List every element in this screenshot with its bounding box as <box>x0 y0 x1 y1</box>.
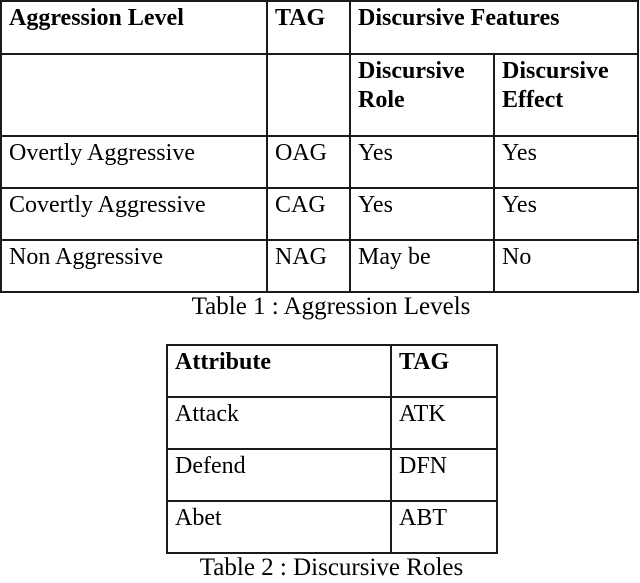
cell-attribute: Abet <box>166 500 392 554</box>
table1-caption: Table 1 : Aggression Levels <box>191 293 471 320</box>
aggression-levels-table: Aggression Level TAG Discursive Features… <box>0 0 640 293</box>
table-header-row: Attribute TAG <box>166 344 498 398</box>
cell-attribute: Defend <box>166 448 392 502</box>
cell-level: Covertly Aggressive <box>0 187 268 241</box>
cell-effect: No <box>492 239 640 293</box>
cell-tag: ABT <box>390 500 498 554</box>
cell-role: May be <box>349 239 495 293</box>
cell-effect: Yes <box>492 187 640 241</box>
table-row: Overtly Aggressive OAG Yes Yes <box>0 135 640 189</box>
header-tag: TAG <box>266 0 351 55</box>
header-attribute: Attribute <box>166 344 392 398</box>
table2-caption: Table 2 : Discursive Roles <box>199 554 464 581</box>
table-row: Attack ATK <box>166 396 498 450</box>
table-row: Defend DFN <box>166 448 498 502</box>
cell-effect: Yes <box>492 135 640 189</box>
table-header-row: Aggression Level TAG Discursive Features <box>0 0 640 55</box>
cell-tag: CAG <box>266 187 351 241</box>
table-row: Abet ABT <box>166 500 498 554</box>
cell-tag: NAG <box>266 239 351 293</box>
header-tag: TAG <box>390 344 498 398</box>
table-row: Covertly Aggressive CAG Yes Yes <box>0 187 640 241</box>
header-empty-cell <box>266 53 351 137</box>
header-discursive-features: Discursive Features <box>348 0 640 55</box>
cell-tag: OAG <box>266 135 351 189</box>
header-aggression-level: Aggression Level <box>0 0 268 55</box>
cell-role: Yes <box>349 135 495 189</box>
cell-tag: ATK <box>390 396 498 450</box>
header-discursive-role: Discursive Role <box>349 53 495 137</box>
cell-attribute: Attack <box>166 396 392 450</box>
header-discursive-effect: Discursive Effect <box>492 53 640 137</box>
discursive-roles-table: Attribute TAG Attack ATK Defend DFN Abet… <box>166 344 498 554</box>
table-row: Non Aggressive NAG May be No <box>0 239 640 293</box>
cell-level: Non Aggressive <box>0 239 268 293</box>
cell-level: Overtly Aggressive <box>0 135 268 189</box>
table-subheader-row: Discursive Role Discursive Effect <box>0 53 640 137</box>
header-empty-cell <box>0 53 268 137</box>
cell-role: Yes <box>349 187 495 241</box>
cell-tag: DFN <box>390 448 498 502</box>
